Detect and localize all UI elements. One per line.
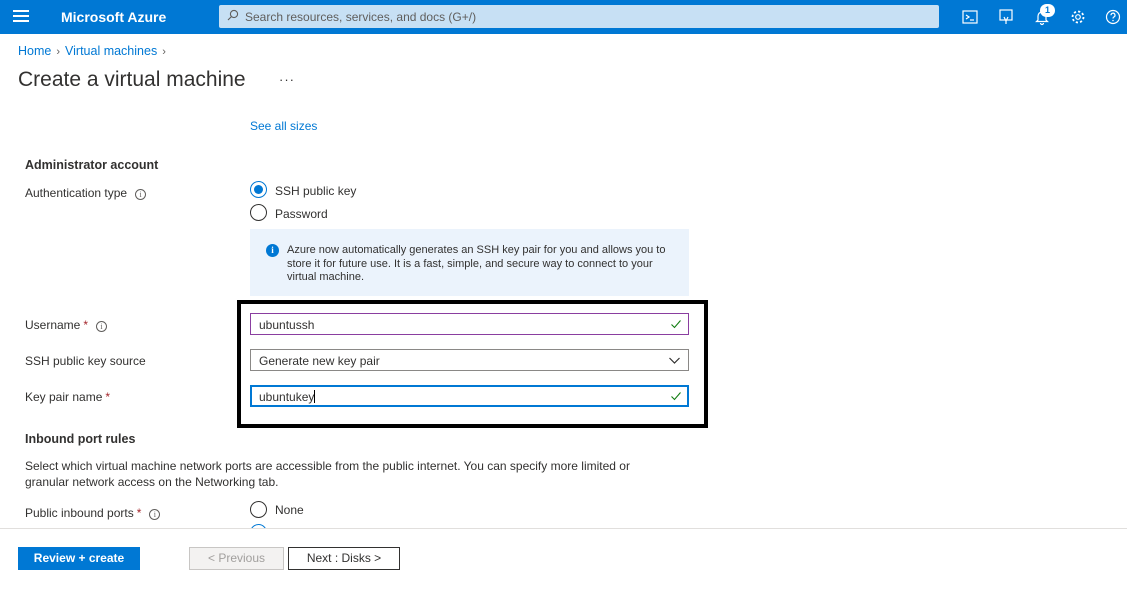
next-disks-button[interactable]: Next : Disks >: [288, 547, 400, 570]
checkmark-icon: [671, 320, 681, 329]
previous-button[interactable]: < Previous: [189, 547, 284, 570]
ssh-source-label: SSH public key source: [25, 354, 146, 368]
notification-badge: 1: [1040, 4, 1055, 17]
breadcrumb-home[interactable]: Home: [18, 44, 51, 58]
text-cursor: [314, 390, 316, 403]
auth-ssh-radio[interactable]: [250, 181, 267, 198]
help-icon[interactable]: [1104, 8, 1122, 26]
directory-filter-icon[interactable]: [997, 8, 1015, 26]
ssh-info-text: Azure now automatically generates an SSH…: [287, 244, 666, 283]
chevron-right-icon: ›: [162, 46, 166, 58]
top-bar: Microsoft Azure Search resources, servic…: [0, 0, 1127, 34]
auth-password-radio[interactable]: [250, 204, 267, 221]
public-ports-label: Public inbound ports * i: [25, 506, 161, 520]
auth-type-label: Authentication type i: [25, 186, 147, 200]
info-icon[interactable]: i: [149, 509, 161, 520]
menu-icon[interactable]: [13, 10, 29, 23]
chevron-down-icon: [669, 357, 680, 364]
see-all-sizes-link[interactable]: See all sizes: [250, 119, 317, 133]
username-value: ubuntussh: [259, 318, 315, 332]
breadcrumb-virtual-machines[interactable]: Virtual machines: [65, 44, 157, 58]
search-placeholder: Search resources, services, and docs (G+…: [245, 10, 477, 24]
breadcrumb: Home › Virtual machines ›: [18, 44, 171, 58]
chevron-right-icon: ›: [56, 46, 61, 58]
keypair-label: Key pair name *: [25, 390, 111, 404]
auth-ssh-label[interactable]: SSH public key: [275, 184, 356, 198]
admin-section-title: Administrator account: [25, 158, 159, 172]
checkmark-icon: [671, 392, 681, 401]
ssh-source-select[interactable]: Generate new key pair: [250, 349, 689, 371]
username-label: Username * i: [25, 318, 108, 332]
ssh-info-box: i Azure now automatically generates an S…: [250, 229, 689, 296]
cloud-shell-icon[interactable]: [961, 8, 979, 26]
keypair-value: ubuntukey: [259, 390, 315, 404]
username-input[interactable]: ubuntussh: [250, 313, 689, 335]
brand-title[interactable]: Microsoft Azure: [61, 9, 166, 25]
review-create-button[interactable]: Review + create: [18, 547, 140, 570]
ports-none-radio[interactable]: [250, 501, 267, 518]
footer-bar: Review + create < Previous Next : Disks …: [0, 528, 1127, 589]
info-icon[interactable]: i: [96, 321, 108, 332]
page-title: Create a virtual machine: [18, 68, 246, 91]
search-icon: [227, 9, 239, 21]
inbound-section-title: Inbound port rules: [25, 432, 136, 446]
ports-none-label[interactable]: None: [275, 503, 304, 517]
more-options-icon[interactable]: ···: [279, 72, 295, 87]
auth-password-label[interactable]: Password: [275, 207, 328, 221]
keypair-input[interactable]: ubuntukey: [250, 385, 689, 407]
inbound-description: Select which virtual machine network por…: [25, 459, 630, 489]
info-icon: i: [266, 244, 279, 257]
ssh-source-value: Generate new key pair: [259, 354, 380, 368]
info-icon[interactable]: i: [135, 189, 147, 200]
settings-icon[interactable]: [1069, 8, 1087, 26]
search-input[interactable]: Search resources, services, and docs (G+…: [219, 5, 939, 28]
